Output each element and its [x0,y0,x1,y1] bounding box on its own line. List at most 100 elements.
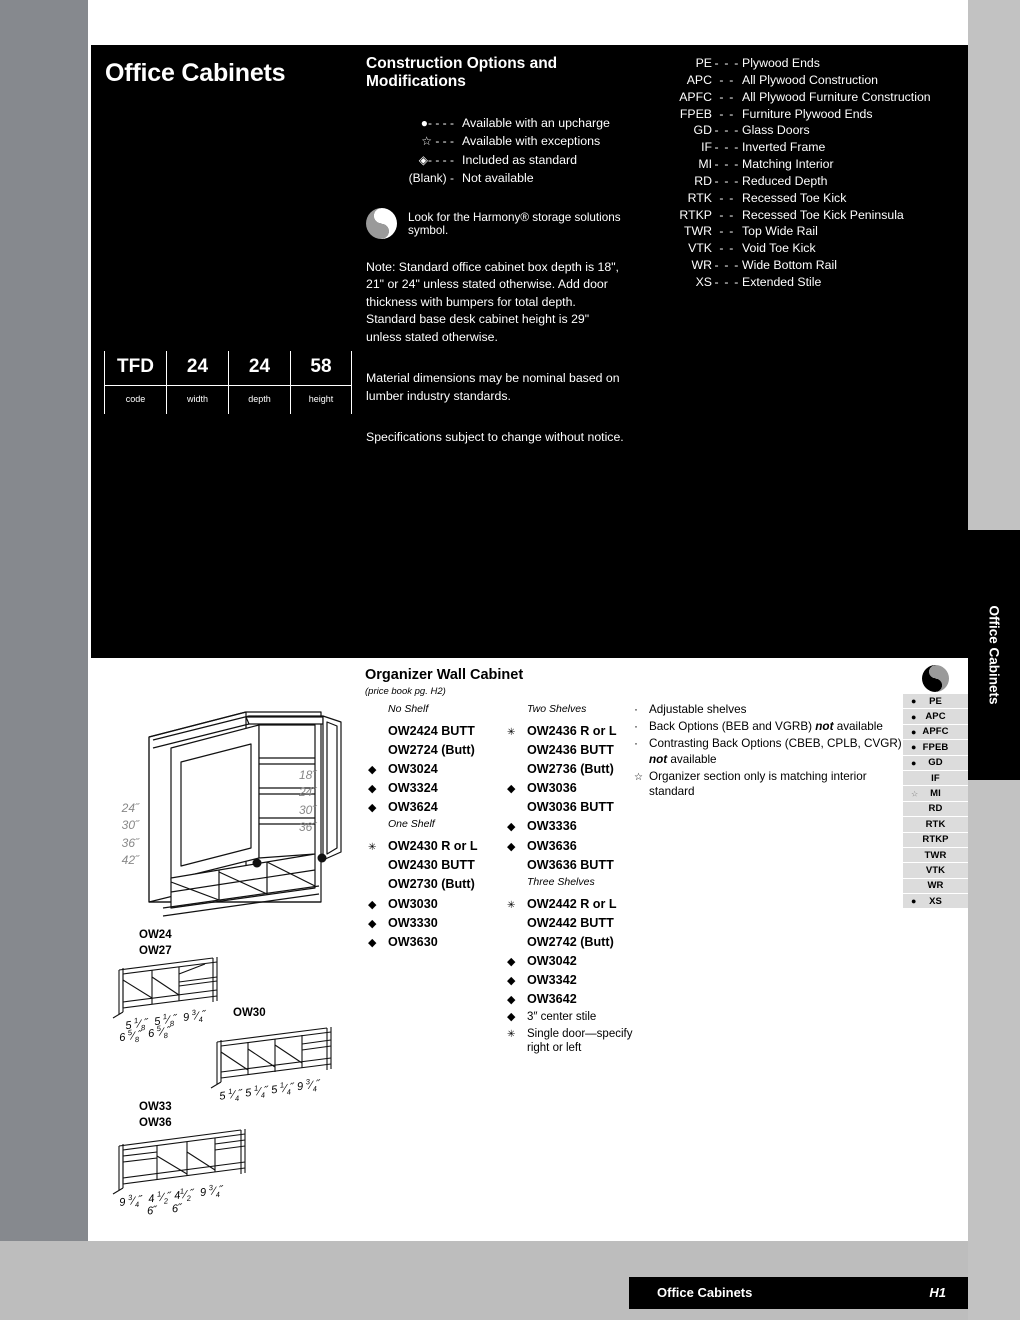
model-code-item[interactable]: ◆ OW3336 [504,817,654,836]
model-code-label: OW3036 [527,781,577,796]
dot-bullet-icon: ● [911,757,917,768]
model-code-label: OW3636 [527,838,577,853]
glossary-definition: Matching Interior [742,157,834,172]
glossary-definition: Top Wide Rail [742,224,818,239]
model-code-item[interactable]: ◆ OW3024 [365,760,515,779]
code-group-subheading: No Shelf [388,703,429,715]
glossary-abbreviation: RTK [687,190,712,205]
model-code-item[interactable]: OW3636 BUTT [504,856,654,875]
model-code-item[interactable]: ◆ OW3324 [365,779,515,798]
model-code-item[interactable]: ◆ OW3042 [504,952,654,971]
model-code-item[interactable]: ✳ Single door—specify right or left [504,1027,654,1056]
model-code-item[interactable]: ◆ OW3630 [365,933,515,952]
diamond-bullet-icon: ◆ [368,783,377,796]
construction-options-section: Construction Options and Modifications ●… [366,55,636,447]
model-code-item[interactable]: ✳ OW2436 R or L [504,722,654,741]
dot-bullet-icon: ● [911,711,917,722]
ow30-organizer-illustration: OW30 5 1⁄4˝ 5 1⁄4˝ 5 1⁄4˝ 9 3⁄4˝ [203,1007,348,1103]
model-code-label: OW3024 [388,762,438,777]
diamond-bullet-icon: ◆ [368,802,377,815]
feature-label: Organizer section only is matching inter… [649,769,867,799]
glossary-row: MI - - - Matching Interior [656,156,931,173]
diamond-bullet-icon: ◆ [368,898,377,911]
model-code-item[interactable]: ◆ OW3642 [504,990,654,1009]
main-illustration-right-dims: 18˝ 24˝ 30˝ 36˝ [299,768,317,835]
model-code-item[interactable]: ◆ OW3342 [504,971,654,990]
code-group-subheading: One Shelf [388,818,435,831]
model-code-item[interactable]: ◆ OW3330 [365,914,515,933]
spec-option-label: IF [931,772,940,784]
model-code-item[interactable]: ✳ OW2442 R or L [504,895,654,914]
model-code-item[interactable]: ◆ OW3030 [365,895,515,914]
diamond-bullet-icon: ◆ [507,1011,516,1024]
model-code-item[interactable]: ◆ OW3624 [365,798,515,817]
model-code-label: OW3030 [388,896,438,911]
model-code-item[interactable]: OW2736 (Butt) [504,760,654,779]
page-footer: Office Cabinets H1 [629,1277,968,1309]
model-code-item[interactable]: OW2730 (Butt) [365,875,515,894]
glossary-dash: - - - [714,123,740,138]
feature-label: Back Options (BEB and VGRB) not availabl… [649,720,883,734]
glossary-dash: - - - [714,274,740,289]
glossary-row: APFC - - All Plywood Furniture Constructio… [656,89,931,106]
glossary-row: APC - - All Plywood Construction [656,72,931,89]
star-bullet-icon: ✳ [507,1028,516,1040]
legend-row: (Blank) - Not available [366,169,636,188]
model-code-item[interactable]: OW3036 BUTT [504,798,654,817]
model-code-item[interactable]: OW2424 BUTT [365,722,515,741]
dot-bullet-icon: · [634,702,638,716]
glossary-definition: All Plywood Furniture Construction [742,89,931,104]
legend-row: ☆ - - - Available with exceptions [366,132,636,151]
material-note: Material dimensions may be nominal based… [366,371,620,403]
glossary-abbreviation: APFC [679,89,712,104]
model-code-item[interactable]: ✳ OW2430 R or L [365,837,515,856]
model-code-label: OW3042 [527,954,577,969]
glossary-definition: Glass Doors [742,123,810,138]
diamond-bullet-icon: ◆ [507,821,516,834]
code-key-label: width [166,386,228,414]
feature-label: Contrasting Back Options (CBEB, CPLB, CV… [649,737,902,766]
model-code-label: OW3324 [388,781,438,796]
diamond-bullet-icon: ◆ [507,975,516,988]
spec-option-label: TWR [924,849,947,861]
model-code-item[interactable]: ◆ 3″ center stile [504,1009,654,1026]
harmony-symbol-icon-small [922,664,949,692]
model-code-label: OW2442 BUTT [527,915,614,930]
dot-bullet-icon: ● [911,696,917,707]
glossary-abbreviation: WR [691,258,713,273]
spec-option-row: ● PE [903,694,968,709]
model-code-label: OW3630 [388,934,438,949]
spec-option-sidebar: ● PE ● APC ● APFC ● FPEB ● GD IF ☆ MI RD RTK RTKP TWR VTK… [903,662,968,909]
star-bullet-icon: ✳ [368,842,377,854]
spec-option-label: RD [928,803,943,815]
feature-item: · Adjustable shelves [634,702,904,717]
footer-title: Office Cabinets [657,1285,753,1300]
model-code-item[interactable]: OW2436 BUTT [504,741,654,760]
model-code-label: OW2430 BUTT [388,858,475,873]
glossary-dash: - - - [714,56,740,70]
model-code-item[interactable]: ◆ OW3036 [504,779,654,798]
spec-option-label: GD [928,757,943,769]
legend-label: Not available [462,171,534,186]
glossary-definition: Inverted Frame [742,140,826,155]
glossary-definition: All Plywood Construction [742,72,879,87]
model-code-footnote: Single door—specify right or left [527,1027,633,1055]
glossary-row: RTK - - Recessed Toe Kick [656,190,931,207]
model-code-item[interactable]: OW2442 BUTT [504,914,654,933]
model-code-label: OW2424 BUTT [388,723,475,738]
model-code-label: OW3624 [388,800,438,815]
ow30-code-label: OW30 [233,1007,266,1019]
glossary-dash: - - [719,190,735,205]
symbol-legend: ●- - - - Available with an upcharge ☆ - - … [366,114,636,188]
page-edge-left-gray [0,0,88,1241]
spec-option-label: WR [927,880,944,892]
glossary-row: TWR - - Top Wide Rail [656,223,931,240]
model-code-column-2: Two Shelves ✳ OW2436 R or L OW2436 BUTT OW27… [504,702,654,1056]
model-code-item[interactable]: OW2724 (Butt) [365,741,515,760]
glossary-dash: - - - [714,157,740,172]
model-code-item[interactable]: OW2742 (Butt) [504,933,654,952]
side-tab-label: Office Cabinets [986,605,1002,705]
model-code-label: OW3336 [527,819,577,834]
model-code-item[interactable]: ◆ OW3636 [504,837,654,856]
model-code-item[interactable]: OW2430 BUTT [365,856,515,875]
